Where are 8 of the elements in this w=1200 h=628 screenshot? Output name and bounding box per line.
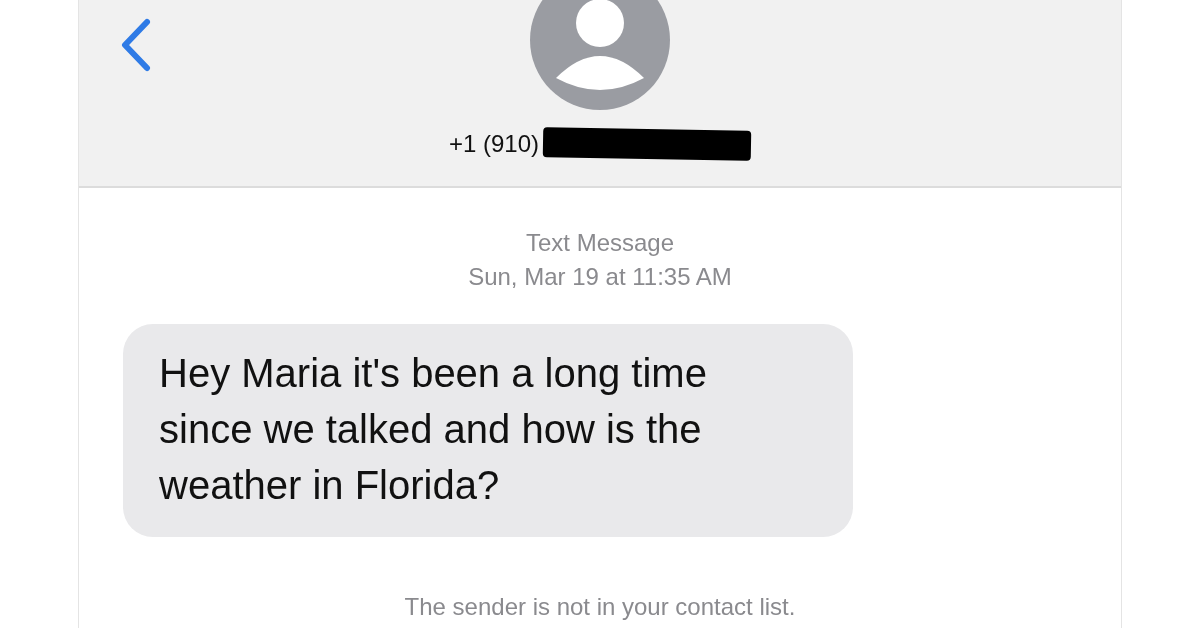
notice-text: The sender is not in your contact list.	[403, 592, 797, 622]
service-label: Text Message	[525, 228, 675, 258]
phone-number: +1 (910)	[448, 129, 540, 159]
message-timestamp: Sun, Mar 19 at 11:35 AM	[468, 262, 732, 292]
back-icon	[119, 18, 153, 72]
back-button[interactable]	[119, 18, 153, 72]
message-bubble: Hey Maria it's been a long time since we talked and how is the weather in Florida?	[123, 324, 853, 537]
avatar-icon	[530, 0, 670, 110]
